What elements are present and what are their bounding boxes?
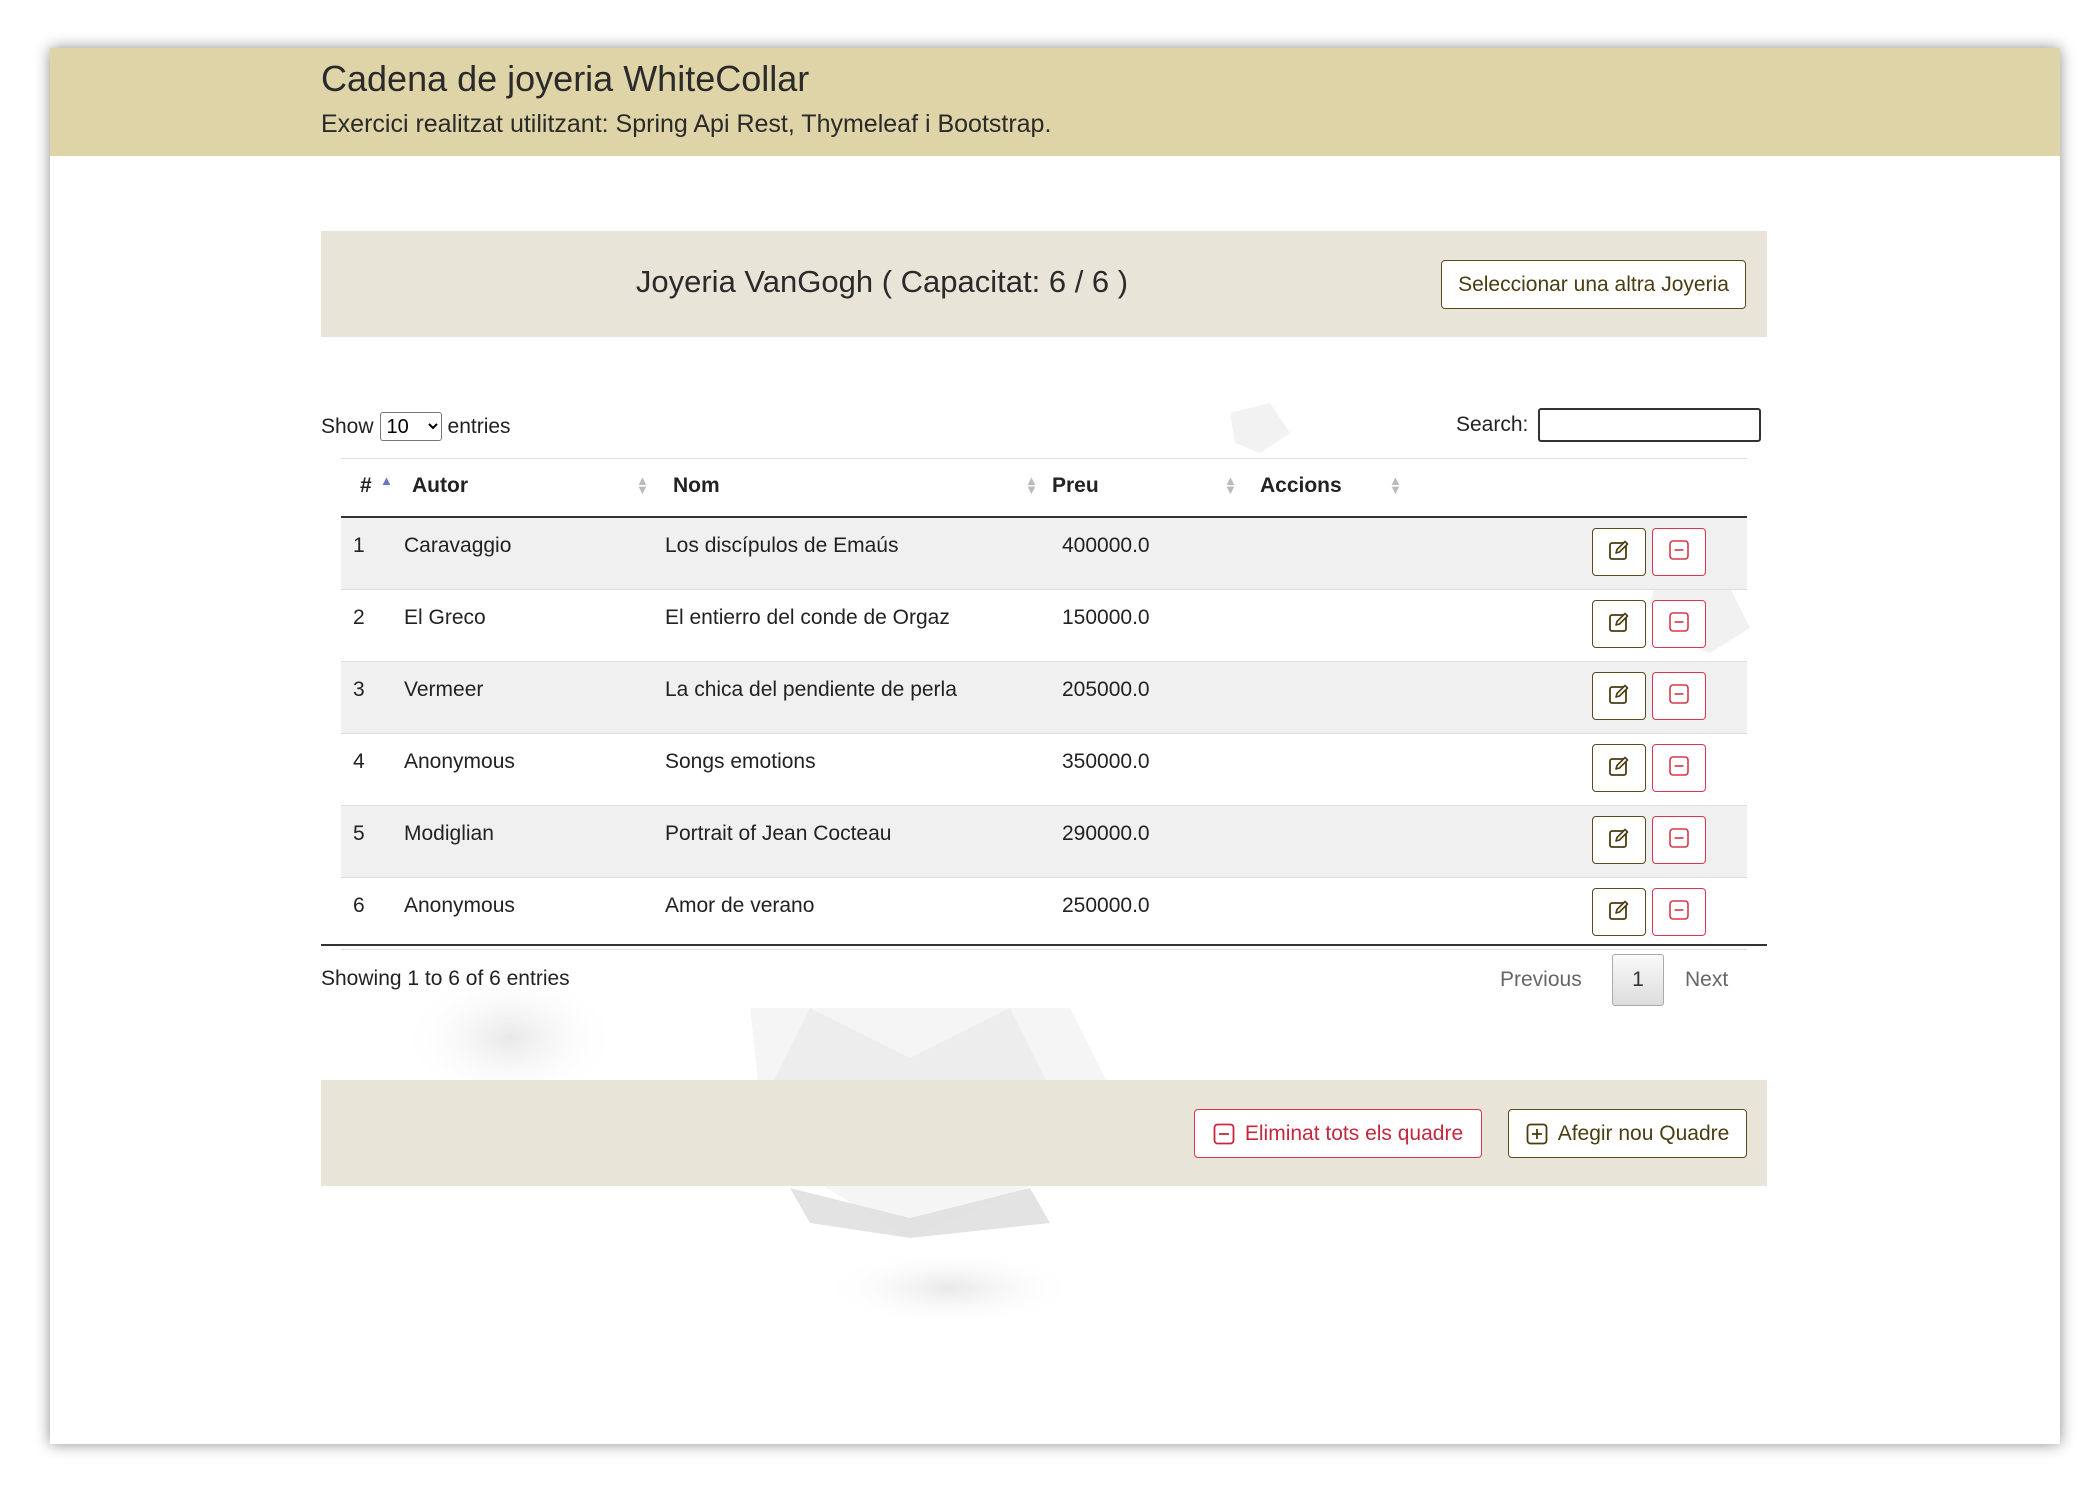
delete-button[interactable] (1652, 816, 1706, 864)
pagination: Previous 1 Next (1500, 954, 1770, 1008)
cell-autor: Vermeer (404, 678, 484, 701)
table-header: # ▲ Autor ▲ ▼ Nom ▲ ▼ Preu ▲ ▼ Accions ▲ ▼ (341, 458, 1747, 518)
page-length-select[interactable]: 10 (379, 412, 442, 441)
delete-button[interactable] (1652, 888, 1706, 936)
cell-preu: 290000.0 (1062, 822, 1150, 845)
delete-button[interactable] (1652, 600, 1706, 648)
edit-icon (1608, 899, 1630, 926)
column-header-autor[interactable]: Autor (412, 474, 468, 498)
cell-preu: 250000.0 (1062, 894, 1150, 917)
table-body: 1 Caravaggio Los discípulos de Emaús 400000… (341, 518, 1747, 950)
table-row: 5 Modiglian Portrait of Jean Cocteau 290000… (341, 806, 1747, 878)
cell-preu: 150000.0 (1062, 606, 1150, 629)
column-header-accions[interactable]: Accions (1260, 474, 1342, 498)
table-bottom-divider (321, 944, 1767, 946)
jewelry-card-footer: Eliminat tots els quadre Afegir nou Quad… (321, 1080, 1767, 1186)
edit-icon (1608, 683, 1630, 710)
cell-nom: La chica del pendiente de perla (665, 678, 957, 701)
add-painting-button[interactable]: Afegir nou Quadre (1508, 1109, 1747, 1158)
minus-square-icon (1668, 539, 1690, 566)
search-label: Search: (1456, 413, 1529, 436)
minus-square-icon (1213, 1123, 1235, 1144)
edit-button[interactable] (1592, 672, 1646, 720)
plus-square-icon (1526, 1123, 1548, 1144)
delete-button[interactable] (1652, 744, 1706, 792)
cell-id: 4 (353, 750, 365, 773)
sort-icon: ▲ ▼ (1025, 473, 1038, 497)
cell-nom: Songs emotions (665, 750, 816, 773)
show-label: Show (321, 414, 374, 438)
sort-icon: ▲ ▼ (1224, 473, 1237, 497)
jewelry-card-header: Joyeria VanGogh ( Capacitat: 6 / 6 ) Sel… (321, 231, 1767, 337)
cell-id: 3 (353, 678, 365, 701)
edit-icon (1608, 611, 1630, 638)
delete-button[interactable] (1652, 672, 1706, 720)
cell-nom: El entierro del conde de Orgaz (665, 606, 950, 629)
delete-all-paintings-button[interactable]: Eliminat tots els quadre (1194, 1109, 1482, 1158)
select-other-jewelry-button[interactable]: Seleccionar una altra Joyeria (1441, 260, 1746, 309)
cell-preu: 350000.0 (1062, 750, 1150, 773)
cell-nom: Los discípulos de Emaús (665, 534, 899, 557)
edit-button[interactable] (1592, 816, 1646, 864)
site-title: Cadena de joyeria WhiteCollar (321, 58, 810, 99)
cell-autor: El Greco (404, 606, 486, 629)
cell-preu: 400000.0 (1062, 534, 1150, 557)
edit-icon (1608, 755, 1630, 782)
edit-icon (1608, 827, 1630, 854)
edit-button[interactable] (1592, 528, 1646, 576)
edit-button[interactable] (1592, 744, 1646, 792)
cell-id: 2 (353, 606, 365, 629)
column-header-preu[interactable]: Preu (1052, 474, 1099, 498)
table-row: 6 Anonymous Amor de verano 250000.0 (341, 878, 1747, 950)
edit-button[interactable] (1592, 888, 1646, 936)
table-row: 1 Caravaggio Los discípulos de Emaús 400000… (341, 518, 1747, 590)
sort-icon: ▲ ▼ (1389, 473, 1402, 497)
minus-square-icon (1668, 683, 1690, 710)
delete-all-label: Eliminat tots els quadre (1244, 1121, 1464, 1145)
sort-icon: ▲ ▼ (636, 473, 649, 497)
column-header-id[interactable]: # (360, 474, 372, 498)
page-1-button[interactable]: 1 (1612, 954, 1664, 1006)
browser-page: Cadena de joyeria WhiteCollar Exercici r… (50, 48, 2060, 1444)
sort-ascending-icon: ▲ (380, 473, 393, 488)
entries-label: entries (447, 414, 511, 438)
edit-button[interactable] (1592, 600, 1646, 648)
site-header: Cadena de joyeria WhiteCollar Exercici r… (50, 48, 2060, 156)
minus-square-icon (1668, 755, 1690, 782)
edit-icon (1608, 539, 1630, 566)
table-row: 4 Anonymous Songs emotions 350000.0 (341, 734, 1747, 806)
cell-autor: Anonymous (404, 750, 515, 773)
cell-id: 1 (353, 534, 365, 557)
site-subtitle: Exercici realitzat utilitzant: Spring Ap… (321, 110, 1052, 138)
table-info: Showing 1 to 6 of 6 entries (321, 967, 570, 990)
cell-nom: Amor de verano (665, 894, 815, 917)
add-label: Afegir nou Quadre (1557, 1121, 1730, 1145)
cell-autor: Anonymous (404, 894, 515, 917)
cell-preu: 205000.0 (1062, 678, 1150, 701)
column-header-nom[interactable]: Nom (673, 474, 720, 498)
minus-square-icon (1668, 611, 1690, 638)
entries-length-control: Show 10 entries (321, 412, 511, 441)
next-page-button[interactable]: Next (1685, 968, 1728, 992)
delete-button[interactable] (1652, 528, 1706, 576)
jewelry-title: Joyeria VanGogh ( Capacitat: 6 / 6 ) (635, 264, 1129, 299)
minus-square-icon (1668, 827, 1690, 854)
cell-id: 6 (353, 894, 365, 917)
cell-nom: Portrait of Jean Cocteau (665, 822, 892, 845)
cell-id: 5 (353, 822, 365, 845)
cell-autor: Modiglian (404, 822, 494, 845)
table-row: 2 El Greco El entierro del conde de Orgaz 1… (341, 590, 1747, 662)
previous-page-button[interactable]: Previous (1500, 968, 1582, 992)
cell-autor: Caravaggio (404, 534, 512, 557)
search-input[interactable] (1538, 408, 1762, 442)
table-search: Search: (1456, 408, 1762, 442)
minus-square-icon (1668, 899, 1690, 926)
table-row: 3 Vermeer La chica del pendiente de perla 2… (341, 662, 1747, 734)
